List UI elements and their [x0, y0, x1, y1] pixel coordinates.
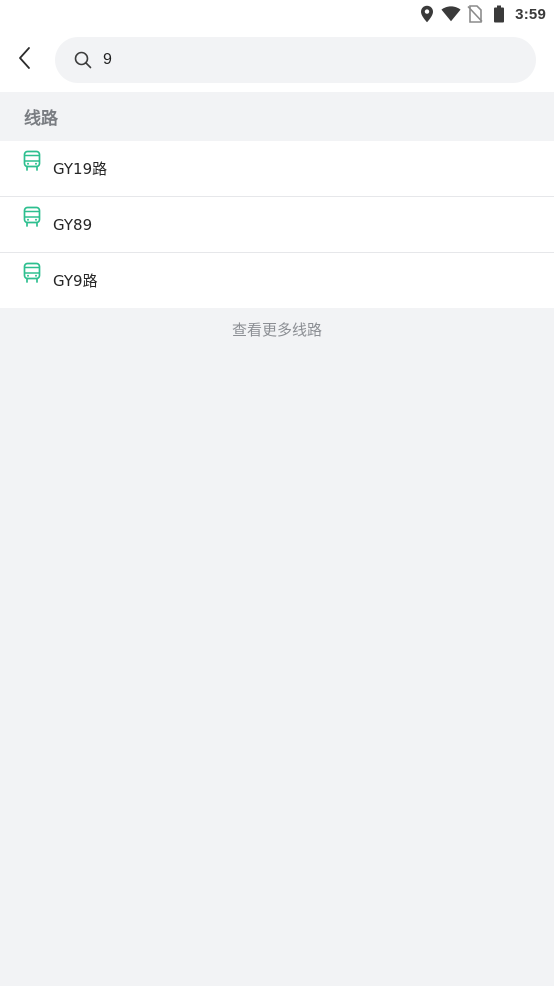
back-arrow-icon: [18, 46, 32, 74]
status-bar: 3:59: [0, 0, 554, 28]
result-item[interactable]: GY9路: [0, 252, 554, 308]
section-title: 线路: [24, 108, 58, 129]
section-header: 线路: [0, 92, 554, 140]
back-button[interactable]: [8, 40, 42, 80]
search-icon: [73, 50, 93, 70]
route-name: GY19路: [53, 160, 108, 178]
no-sim-icon: [465, 4, 485, 24]
status-icons: 3:59: [413, 0, 546, 28]
result-item[interactable]: GY89: [0, 196, 554, 252]
wifi-icon: [441, 4, 461, 24]
status-time: 3:59: [515, 5, 546, 23]
more-routes-link[interactable]: 查看更多线路: [0, 306, 554, 352]
location-icon: [417, 4, 437, 24]
battery-icon: [489, 4, 509, 24]
search-input[interactable]: [103, 51, 503, 69]
bus-icon: [22, 262, 42, 284]
search-box[interactable]: [55, 37, 536, 83]
bus-icon: [22, 150, 42, 172]
route-name: GY9路: [53, 272, 98, 290]
result-item[interactable]: GY19路: [0, 141, 554, 196]
search-header: [0, 28, 554, 92]
bus-icon: [22, 206, 42, 228]
result-list: GY19路 GY89 GY9路: [0, 141, 554, 308]
route-name: GY89: [53, 215, 93, 234]
